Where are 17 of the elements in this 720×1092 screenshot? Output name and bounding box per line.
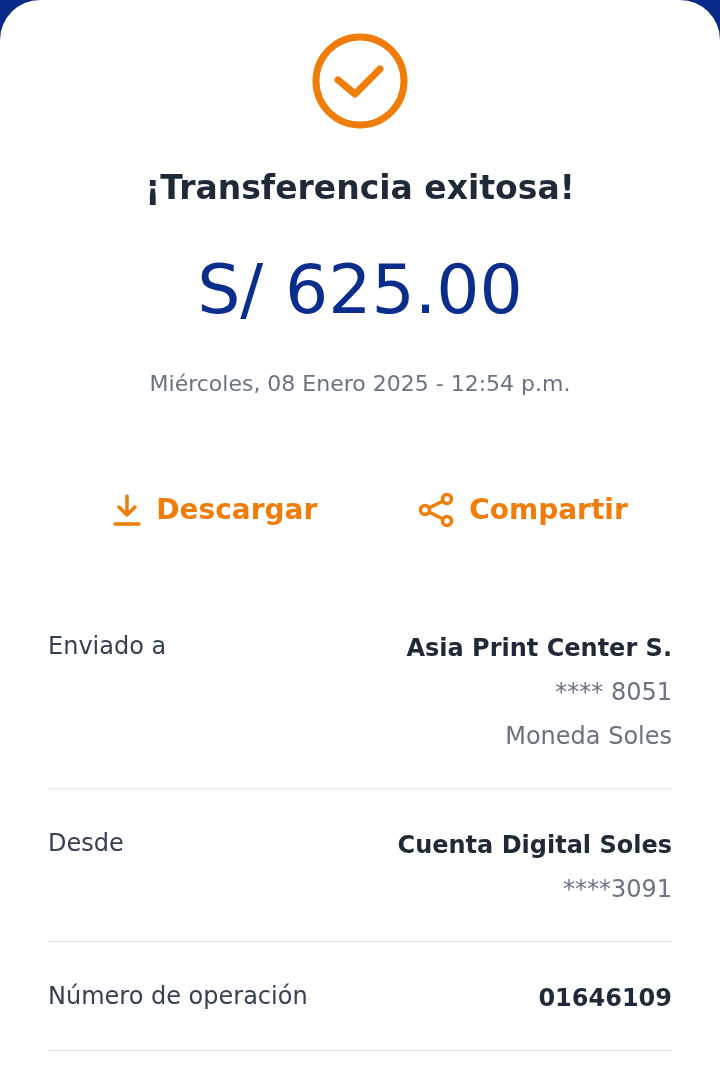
detail-label: Número de operación xyxy=(48,981,308,1012)
detail-label: Desde xyxy=(48,828,124,859)
date-time-text: Miércoles, 08 Enero 2025 - 12:54 p.m. xyxy=(149,370,571,398)
download-button[interactable]: Descargar xyxy=(112,492,318,528)
check-circle-icon xyxy=(311,32,409,130)
download-icon xyxy=(112,493,143,527)
detail-value: ****3091 xyxy=(562,874,672,905)
detail-label: Enviado a xyxy=(48,631,167,662)
detail-value: Asia Print Center S. xyxy=(406,633,672,664)
success-title: ¡Transferencia exitosa! xyxy=(145,167,575,209)
share-button[interactable]: Compartir xyxy=(417,492,628,528)
share-icon xyxy=(417,492,456,528)
detail-value: 01646109 xyxy=(538,983,672,1014)
amount-text: S/ 625.00 xyxy=(197,250,523,330)
detail-value: Moneda Soles xyxy=(505,721,672,752)
detail-value: **** 8051 xyxy=(555,677,672,708)
detail-value: Cuenta Digital Soles xyxy=(397,830,672,861)
